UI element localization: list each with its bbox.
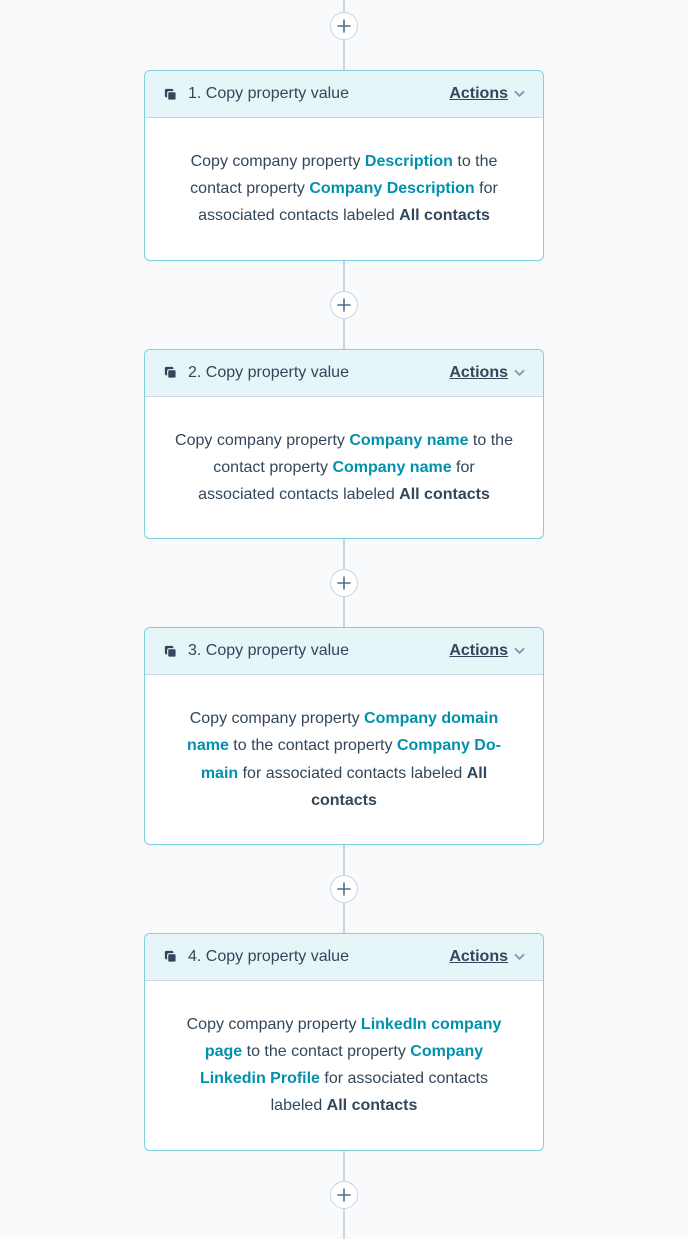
actions-label: Actions — [449, 642, 508, 660]
target-property: Company Description — [309, 180, 474, 197]
card-header: 3. Copy property value Actions — [145, 628, 543, 675]
workflow-step-card: 3. Copy property value Actions Copy compan… — [144, 627, 544, 845]
source-property: Company name — [349, 432, 468, 449]
actions-label: Actions — [449, 85, 508, 103]
add-step-button-1[interactable] — [330, 291, 358, 319]
flow-connector — [343, 0, 345, 12]
source-property: Description — [365, 153, 453, 170]
card-title: 4. Copy property value — [188, 948, 439, 966]
body-text: for associated contacts labeled — [238, 765, 467, 782]
contacts-label: All contacts — [399, 207, 490, 224]
copy-icon — [163, 644, 178, 659]
chevron-down-icon — [514, 369, 525, 377]
actions-dropdown[interactable]: Actions — [449, 642, 525, 660]
card-title: 2. Copy property value — [188, 364, 439, 382]
flow-connector — [343, 261, 345, 291]
card-body: Copy company property LinkedIn company p… — [145, 981, 543, 1150]
card-body: Copy company property Company domain nam… — [145, 675, 543, 844]
flow-connector — [343, 1209, 345, 1239]
workflow-step-card: 4. Copy property value Actions Copy compan… — [144, 933, 544, 1151]
contacts-label: All contacts — [399, 486, 490, 503]
actions-dropdown[interactable]: Actions — [449, 948, 525, 966]
body-text: to the contact property — [242, 1043, 410, 1060]
actions-label: Actions — [449, 364, 508, 382]
card-body: Copy company property Description to the… — [145, 118, 543, 260]
actions-dropdown[interactable]: Actions — [449, 364, 525, 382]
flow-connector — [343, 539, 345, 569]
card-title: 3. Copy property value — [188, 642, 439, 660]
copy-icon — [163, 87, 178, 102]
workflow-step-card: 1. Copy property value Actions Copy compan… — [144, 70, 544, 261]
actions-label: Actions — [449, 948, 508, 966]
card-header: 4. Copy property value Actions — [145, 934, 543, 981]
copy-icon — [163, 949, 178, 964]
card-header: 2. Copy property value Actions — [145, 350, 543, 397]
chevron-down-icon — [514, 647, 525, 655]
card-body: Copy company property Company name to th… — [145, 397, 543, 539]
add-step-button-4[interactable] — [330, 1181, 358, 1209]
flow-connector — [343, 1151, 345, 1181]
body-text: to the contact property — [229, 737, 397, 754]
contacts-label: All contacts — [327, 1097, 418, 1114]
add-step-button-2[interactable] — [330, 569, 358, 597]
add-step-button-3[interactable] — [330, 875, 358, 903]
flow-connector — [343, 40, 345, 70]
card-title: 1. Copy property value — [188, 85, 439, 103]
chevron-down-icon — [514, 90, 525, 98]
body-text: Copy company property — [187, 1016, 361, 1033]
chevron-down-icon — [514, 953, 525, 961]
flow-connector — [343, 319, 345, 349]
actions-dropdown[interactable]: Actions — [449, 85, 525, 103]
flow-connector — [343, 903, 345, 933]
body-text: Copy company property — [191, 153, 365, 170]
add-step-button-0[interactable] — [330, 12, 358, 40]
target-property: Company name — [332, 459, 451, 476]
body-text: Copy company property — [175, 432, 349, 449]
card-header: 1. Copy property value Actions — [145, 71, 543, 118]
copy-icon — [163, 365, 178, 380]
body-text: Copy company property — [190, 710, 364, 727]
flow-connector — [343, 597, 345, 627]
flow-connector — [343, 845, 345, 875]
workflow-step-card: 2. Copy property value Actions Copy compan… — [144, 349, 544, 540]
